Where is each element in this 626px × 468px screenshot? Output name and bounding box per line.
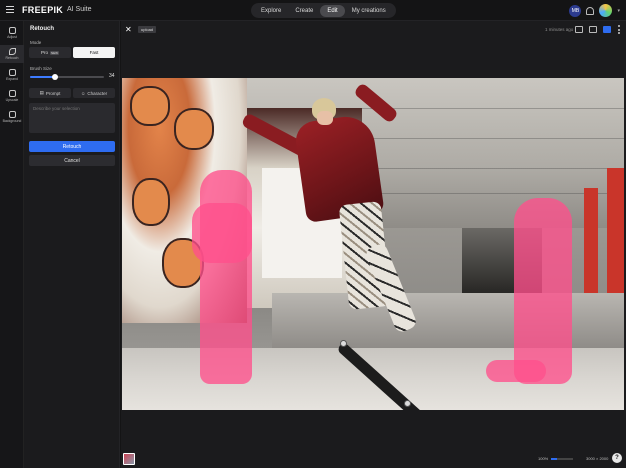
- tab-create[interactable]: Create: [288, 5, 320, 17]
- mode-fast-button[interactable]: Fast: [73, 47, 115, 58]
- brush-icon: [8, 48, 16, 55]
- rail-item-expand[interactable]: Expand: [0, 66, 24, 84]
- graffiti-shape: [132, 178, 170, 226]
- prompt-tabs: ▤ Prompt ☺ Character: [29, 88, 115, 98]
- canvas-area: ✕ upload 1 minutes ago 100% 3000 × 2000 …: [121, 21, 626, 468]
- skater-face: [317, 111, 333, 125]
- image-icon[interactable]: [575, 26, 583, 33]
- selection-mask-right[interactable]: [514, 198, 572, 384]
- tab-explore[interactable]: Explore: [254, 5, 288, 17]
- tab-prompt-label: Prompt: [45, 90, 61, 96]
- user-initials-badge[interactable]: MB: [569, 4, 582, 17]
- photo-canvas[interactable]: [122, 78, 624, 410]
- brush-size-slider[interactable]: [30, 74, 104, 80]
- zoom-level: 100%: [538, 456, 549, 461]
- expand-icon: [8, 69, 16, 76]
- rail-label-upscale: Upscale: [5, 98, 19, 102]
- image-dimensions: 3000 × 2000: [586, 456, 609, 461]
- mode-pro-button[interactable]: Pro NEW: [29, 47, 71, 58]
- panel-title: Retouch: [30, 26, 54, 32]
- help-icon[interactable]: ?: [612, 453, 622, 463]
- top-bar: FREEPIK AI Suite Explore Create Edit My …: [0, 0, 626, 21]
- zoom-slider[interactable]: [551, 458, 573, 460]
- zoom-fill: [551, 458, 557, 460]
- graffiti-shape: [174, 108, 214, 150]
- tab-my-creations[interactable]: My creations: [345, 5, 393, 17]
- character-icon: ☺: [80, 90, 86, 96]
- header-actions: MB ▾: [569, 4, 620, 17]
- rail-label-expand: Expand: [6, 77, 18, 81]
- graffiti-shape: [130, 86, 170, 126]
- timestamp: 1 minutes ago: [545, 27, 574, 32]
- upload-tag: upload: [138, 26, 157, 33]
- download-icon[interactable]: [603, 26, 611, 33]
- upscale-icon: [8, 90, 16, 97]
- selection-mask-right[interactable]: [486, 360, 546, 382]
- cancel-button[interactable]: Cancel: [29, 155, 115, 166]
- avatar[interactable]: [599, 4, 613, 17]
- mode-toggle: Pro NEW Fast: [29, 47, 115, 58]
- rail-label-adjust: Adjust: [7, 35, 17, 39]
- brush-size-value: 34: [109, 73, 115, 79]
- suite-label: AI Suite: [67, 6, 92, 13]
- mode-label: Mode: [30, 40, 42, 45]
- new-badge: NEW: [50, 50, 59, 55]
- prompt-icon: ▤: [39, 90, 44, 95]
- app-logo[interactable]: FREEPIK: [22, 5, 63, 15]
- main-nav: Explore Create Edit My creations: [251, 3, 396, 18]
- skateboard-wheel: [404, 400, 411, 407]
- adjust-icon: [8, 27, 16, 34]
- more-options-icon[interactable]: [617, 25, 620, 34]
- tab-prompt[interactable]: ▤ Prompt: [29, 88, 71, 98]
- brush-size-handle[interactable]: [52, 74, 59, 80]
- skateboard-wheel: [340, 340, 347, 347]
- tab-character-label: Character: [87, 90, 108, 96]
- rail-item-retouch[interactable]: Retouch: [0, 45, 24, 63]
- mode-pro-label: Pro: [40, 50, 48, 55]
- tab-edit[interactable]: Edit: [320, 4, 345, 17]
- image-thumbnail[interactable]: [123, 453, 135, 465]
- bell-icon[interactable]: [586, 6, 595, 15]
- tab-character[interactable]: ☺ Character: [73, 88, 115, 98]
- close-icon[interactable]: ✕: [125, 25, 132, 34]
- rail-item-adjust[interactable]: Adjust: [0, 24, 24, 42]
- selection-mask-left[interactable]: [192, 203, 252, 263]
- canvas-toolbar: [575, 25, 620, 34]
- rail-item-background[interactable]: Background: [0, 108, 24, 126]
- selection-prompt-input[interactable]: [29, 103, 115, 133]
- brush-size-label: Brush Size: [30, 66, 52, 71]
- folder-icon[interactable]: [589, 26, 597, 33]
- retouch-panel: Retouch Mode Pro NEW Fast Brush Size 34 …: [24, 21, 120, 468]
- rail-item-upscale[interactable]: Upscale: [0, 87, 24, 105]
- hamburger-menu-icon[interactable]: [6, 6, 14, 13]
- background-icon: [8, 111, 16, 118]
- rail-label-retouch: Retouch: [5, 56, 19, 60]
- rail-label-background: Background: [2, 119, 22, 123]
- tool-rail: Adjust Retouch Expand Upscale Background: [0, 21, 24, 468]
- chevron-down-icon[interactable]: ▾: [617, 8, 620, 14]
- retouch-button[interactable]: Retouch: [29, 141, 115, 152]
